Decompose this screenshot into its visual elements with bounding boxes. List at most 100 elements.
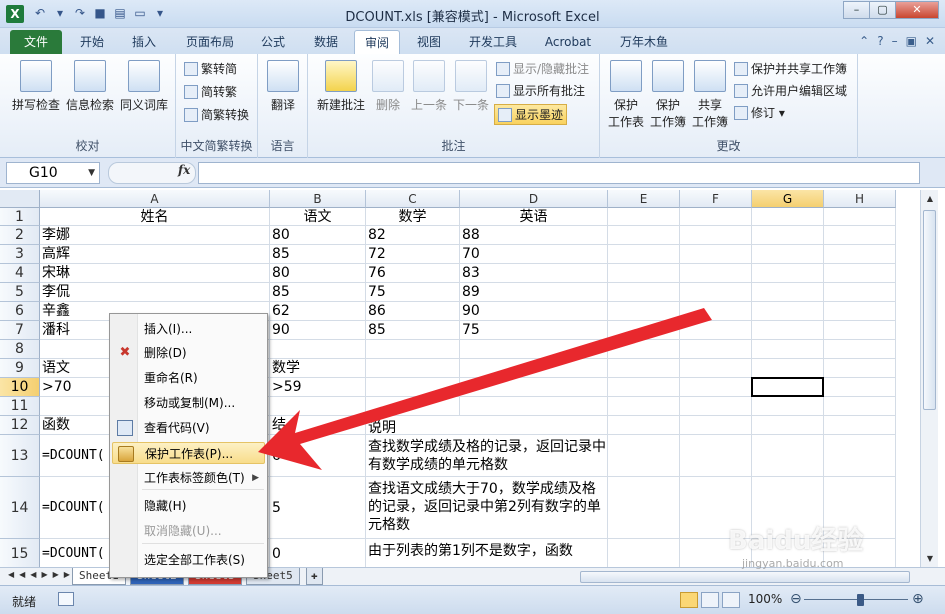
cell-d7[interactable]: 75 [460, 321, 608, 340]
cell-e10[interactable] [608, 378, 680, 397]
cell-b5[interactable]: 85 [270, 283, 366, 302]
cell-b1[interactable]: 语文 [270, 208, 366, 226]
zoom-level[interactable]: 100% [748, 592, 782, 606]
macro-record-icon[interactable] [58, 592, 74, 606]
formula-input[interactable] [198, 162, 920, 184]
cell-c6[interactable]: 86 [366, 302, 460, 321]
cell-f6[interactable] [680, 302, 752, 321]
delete-comment-button[interactable]: 删除 [370, 60, 406, 113]
minimize-ribbon-icon[interactable]: ⌃ [859, 34, 869, 48]
cell-f3[interactable] [680, 245, 752, 264]
cell-a3[interactable]: 高辉 [40, 245, 270, 264]
cell-f5[interactable] [680, 283, 752, 302]
insert-function-icon[interactable]: fx [178, 163, 190, 177]
cell-h12[interactable] [824, 416, 896, 435]
cell-b2[interactable]: 80 [270, 226, 366, 245]
translate-button[interactable]: 翻译 [262, 60, 304, 113]
menu-item-1[interactable]: ✖ 删除(D) [112, 342, 265, 364]
thesaurus-button[interactable]: 同义词库 [118, 60, 170, 113]
prev-comment-button[interactable]: 上一条 [408, 60, 450, 113]
menu-item-7[interactable]: 隐藏(H) [112, 495, 265, 517]
cell-e15[interactable] [608, 539, 680, 567]
cell-c2[interactable]: 82 [366, 226, 460, 245]
cell-g6[interactable] [752, 302, 824, 321]
menu-item-9[interactable]: 选定全部工作表(S) [112, 549, 265, 571]
next-comment-button[interactable]: 下一条 [450, 60, 492, 113]
row-header-4[interactable]: 4 [0, 264, 40, 283]
scrollbar-thumb[interactable] [923, 210, 936, 410]
cell-f13[interactable] [680, 435, 752, 477]
menu-item-5[interactable]: 保护工作表(P)... [112, 442, 265, 464]
cell-h1[interactable] [824, 208, 896, 226]
row-header-15[interactable]: 15 [0, 539, 40, 567]
close-button[interactable]: ✕ [895, 1, 939, 19]
column-header-a[interactable]: A [40, 190, 270, 208]
workbook-restore-icon[interactable]: ▣ [906, 34, 917, 48]
row-header-12[interactable]: 12 [0, 416, 40, 435]
chinese-convert-button[interactable]: 简繁转换 [184, 106, 249, 123]
cell-e3[interactable] [608, 245, 680, 264]
cell-b4[interactable]: 80 [270, 264, 366, 283]
cell-d4[interactable]: 83 [460, 264, 608, 283]
menu-item-4[interactable]: 查看代码(V) [112, 417, 265, 439]
cell-f2[interactable] [680, 226, 752, 245]
cell-f9[interactable] [680, 359, 752, 378]
cell-b13[interactable]: 6 [270, 435, 366, 477]
cell-g11[interactable] [752, 397, 824, 416]
row-header-10[interactable]: 10 [0, 378, 40, 397]
protect-sheet-button[interactable]: 保护 工作表 [606, 60, 646, 130]
minimize-button[interactable]: – [843, 1, 870, 19]
cell-e2[interactable] [608, 226, 680, 245]
cell-c14[interactable]: 查找语文成绩大于70，数学成绩及格的记录，返回记录中第2列有数字的单元格数 [366, 477, 608, 539]
tab-review[interactable]: 审阅 [354, 30, 400, 54]
cell-c8[interactable] [366, 340, 460, 359]
cell-h8[interactable] [824, 340, 896, 359]
row-header-1[interactable]: 1 [0, 208, 40, 226]
workbook-close-icon[interactable]: ✕ [925, 34, 935, 48]
page-break-view-icon[interactable] [722, 592, 740, 608]
cell-c9[interactable] [366, 359, 460, 378]
cell-e1[interactable] [608, 208, 680, 226]
cell-d9[interactable] [460, 359, 608, 378]
spell-check-button[interactable]: 拼写检查 [10, 60, 62, 113]
row-header-6[interactable]: 6 [0, 302, 40, 321]
cell-h2[interactable] [824, 226, 896, 245]
row-header-14[interactable]: 14 [0, 477, 40, 539]
cell-b6[interactable]: 62 [270, 302, 366, 321]
cell-g7[interactable] [752, 321, 824, 340]
protect-workbook-button[interactable]: 保护 工作簿 [648, 60, 688, 130]
cell-h5[interactable] [824, 283, 896, 302]
insert-sheet-icon[interactable]: ✚ [306, 568, 323, 585]
cell-h7[interactable] [824, 321, 896, 340]
cell-c13[interactable]: 查找数学成绩及格的记录，返回记录中有数学成绩的单元格数 [366, 435, 608, 477]
cell-c11[interactable] [366, 397, 460, 416]
cell-a4[interactable]: 宋琳 [40, 264, 270, 283]
cell-b7[interactable]: 90 [270, 321, 366, 340]
maximize-button[interactable]: ▢ [869, 1, 896, 19]
cell-c7[interactable]: 85 [366, 321, 460, 340]
cell-e8[interactable] [608, 340, 680, 359]
cell-g2[interactable] [752, 226, 824, 245]
cell-h6[interactable] [824, 302, 896, 321]
cell-b12[interactable]: 结 [270, 416, 366, 435]
row-header-2[interactable]: 2 [0, 226, 40, 245]
cell-b14[interactable]: 5 [270, 477, 366, 539]
menu-item-2[interactable]: 重命名(R) [112, 367, 265, 389]
cell-c5[interactable]: 75 [366, 283, 460, 302]
vertical-scrollbar[interactable]: ▲ ▼ [920, 190, 938, 567]
cell-g1[interactable] [752, 208, 824, 226]
tab-formulas[interactable]: 公式 [252, 30, 294, 54]
row-header-11[interactable]: 11 [0, 397, 40, 416]
tab-page-layout[interactable]: 页面布局 [176, 30, 244, 54]
cell-c1[interactable]: 数学 [366, 208, 460, 226]
new-comment-button[interactable]: 新建批注 [314, 60, 368, 113]
select-all-corner[interactable] [0, 190, 40, 208]
cell-a1[interactable]: 姓名 [40, 208, 270, 226]
cell-f8[interactable] [680, 340, 752, 359]
cell-g9[interactable] [752, 359, 824, 378]
cell-e12[interactable] [608, 416, 680, 435]
tab-file[interactable]: 文件 [10, 30, 62, 54]
cell-d1[interactable]: 英语 [460, 208, 608, 226]
cell-g4[interactable] [752, 264, 824, 283]
tab-insert[interactable]: 插入 [120, 30, 168, 54]
